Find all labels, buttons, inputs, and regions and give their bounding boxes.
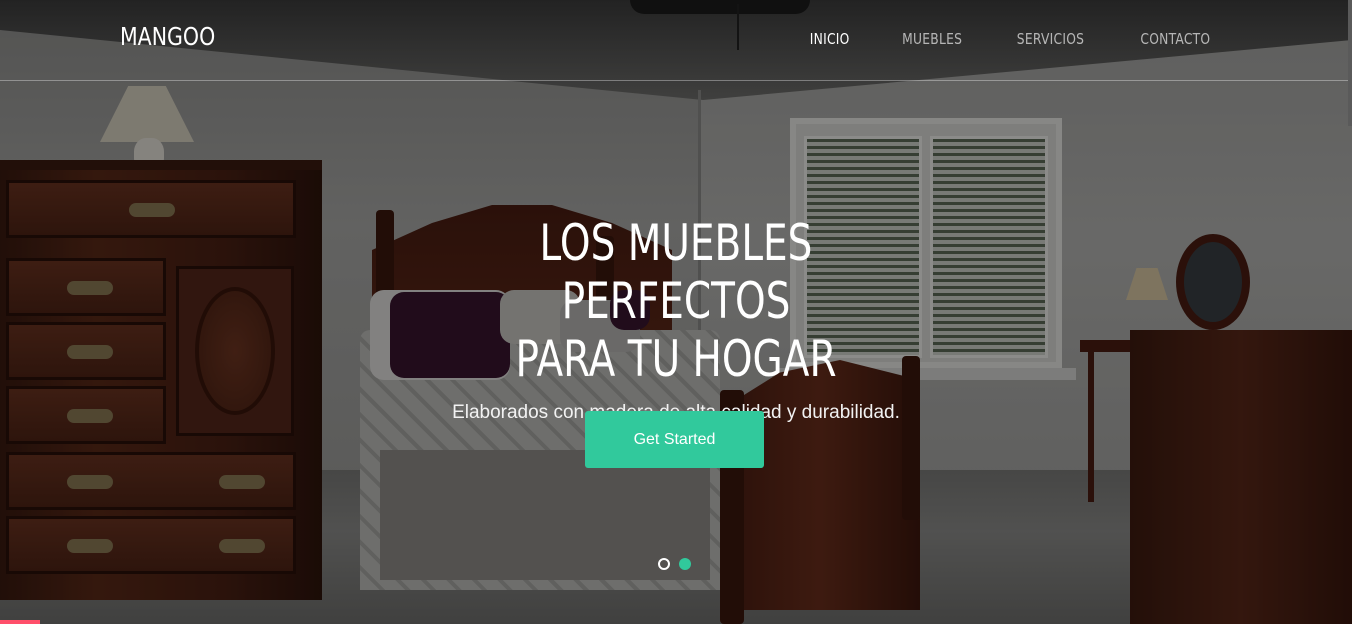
hero-title: LOS MUEBLES PERFECTOS PARA TU HOGAR	[442, 214, 910, 388]
nav-item-contacto[interactable]: CONTACTO	[1140, 30, 1210, 48]
carousel-indicators	[658, 558, 691, 570]
hero-title-line1: LOS MUEBLES PERFECTOS	[539, 214, 813, 330]
scrollbar[interactable]	[1348, 0, 1352, 126]
carousel-dot-2[interactable]	[679, 558, 691, 570]
nav-item-muebles[interactable]: MUEBLES	[902, 30, 962, 48]
get-started-button[interactable]: Get Started	[585, 411, 764, 468]
navbar: MANGOO INICIO MUEBLES SERVICIOS CONTACTO	[0, 0, 1352, 81]
hero-content: LOS MUEBLES PERFECTOS PARA TU HOGAR Elab…	[376, 214, 976, 424]
main-nav: INICIO MUEBLES SERVICIOS CONTACTO	[761, 30, 1210, 48]
nav-item-servicios[interactable]: SERVICIOS	[1017, 30, 1084, 48]
hero-title-line2: PARA TU HOGAR	[515, 330, 837, 388]
loading-bar	[0, 620, 40, 624]
nav-item-inicio[interactable]: INICIO	[809, 30, 849, 48]
brand-logo[interactable]: MANGOO	[120, 22, 215, 51]
carousel-dot-1[interactable]	[658, 558, 670, 570]
